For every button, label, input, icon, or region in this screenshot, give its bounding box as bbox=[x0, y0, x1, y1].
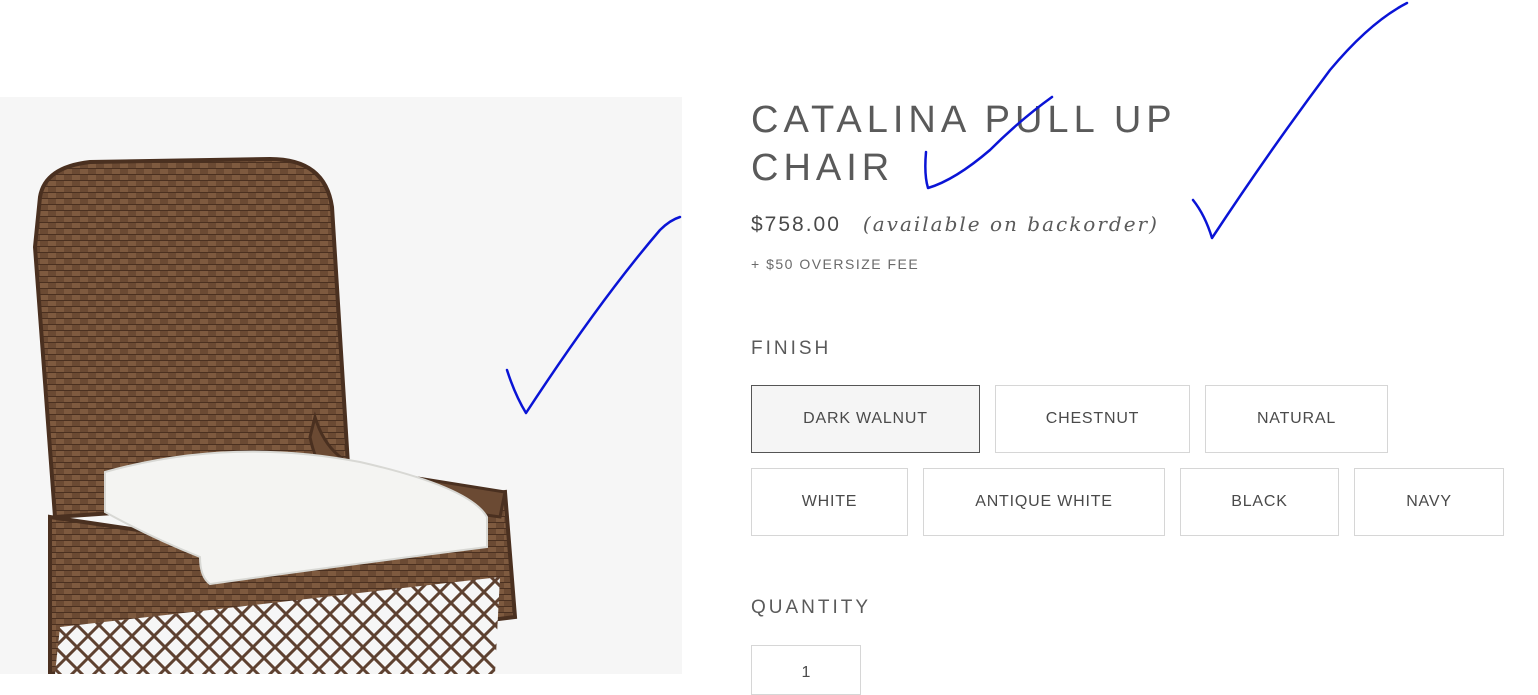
finish-option-navy[interactable]: NAVY bbox=[1354, 468, 1504, 536]
finish-option-black[interactable]: BLACK bbox=[1180, 468, 1339, 536]
finish-option-white[interactable]: WHITE bbox=[751, 468, 908, 536]
finish-options-row-1: DARK WALNUT CHESTNUT NATURAL bbox=[751, 385, 1388, 453]
product-image[interactable] bbox=[0, 97, 682, 674]
finish-option-dark-walnut[interactable]: DARK WALNUT bbox=[751, 385, 980, 453]
finish-option-chestnut[interactable]: CHESTNUT bbox=[995, 385, 1190, 453]
availability-note: (available on backorder) bbox=[862, 212, 1159, 236]
wicker-chair-icon bbox=[32, 156, 518, 674]
quantity-input[interactable]: 1 bbox=[751, 645, 861, 695]
price-row: $758.00 (available on backorder) bbox=[751, 212, 1159, 237]
product-title-line2: CHAIR bbox=[751, 147, 895, 189]
product-title: CATALINA PULL UP CHAIR bbox=[751, 96, 1271, 192]
product-price: $758.00 bbox=[751, 213, 841, 236]
finish-option-antique-white[interactable]: ANTIQUE WHITE bbox=[923, 468, 1165, 536]
oversize-fee: + $50 OVERSIZE FEE bbox=[751, 256, 920, 272]
finish-option-natural[interactable]: NATURAL bbox=[1205, 385, 1388, 453]
quantity-label: QUANTITY bbox=[751, 597, 872, 618]
finish-options-row-2: WHITE ANTIQUE WHITE BLACK NAVY bbox=[751, 468, 1504, 536]
product-info: CATALINA PULL UP CHAIR $758.00 (available… bbox=[751, 0, 1531, 695]
product-title-line1: CATALINA PULL UP bbox=[751, 99, 1177, 141]
quantity-value: 1 bbox=[801, 664, 811, 681]
finish-label: FINISH bbox=[751, 338, 832, 359]
